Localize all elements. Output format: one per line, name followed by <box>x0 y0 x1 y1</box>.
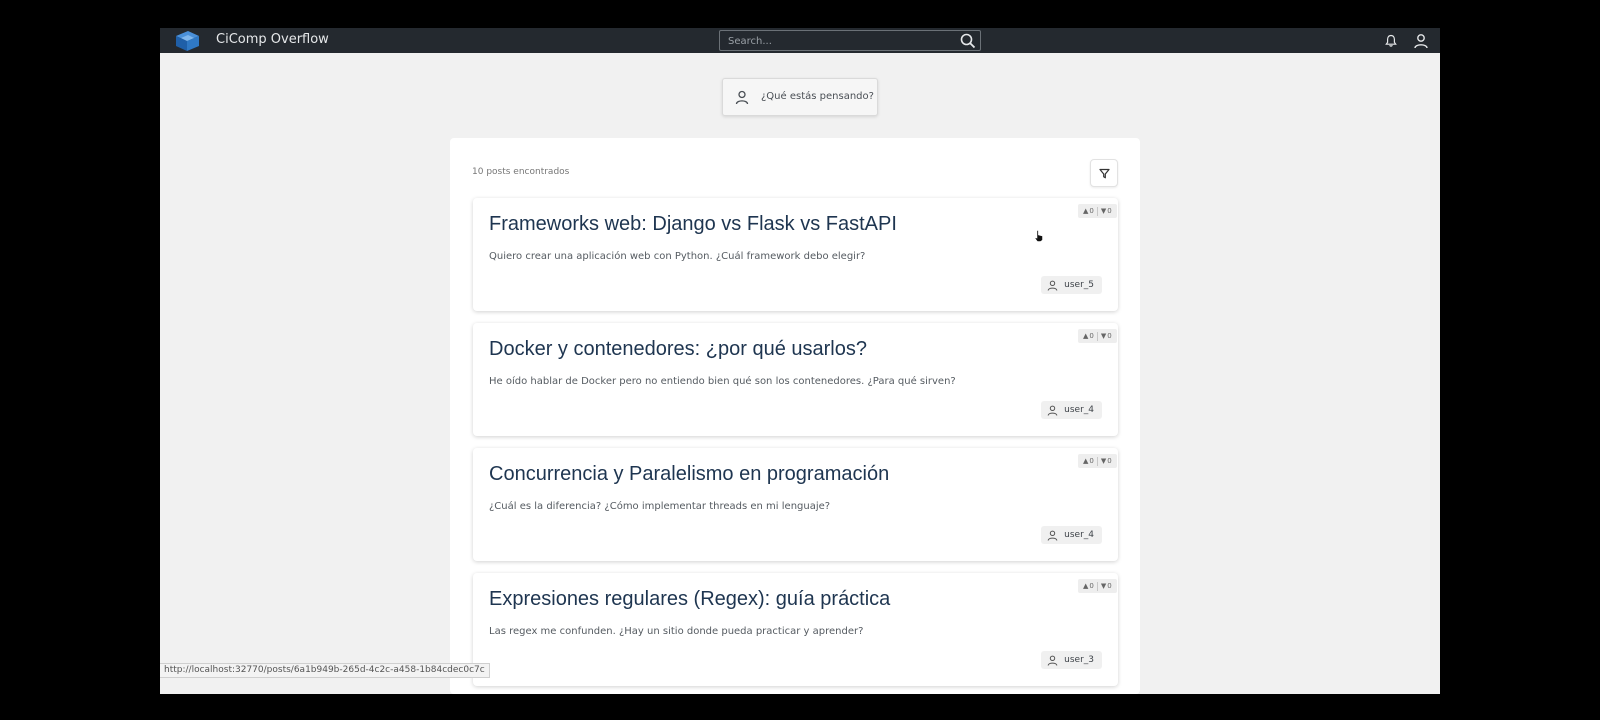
logo-icon[interactable] <box>172 30 202 52</box>
post-author[interactable]: user_5 <box>1041 276 1102 294</box>
search-box <box>719 30 981 51</box>
downvote-icon: ▼ <box>1100 582 1107 590</box>
downvote-icon: ▼ <box>1100 207 1107 215</box>
upvote-count: 0 <box>1089 457 1094 465</box>
new-post-composer[interactable]: ¿Qué estás pensando? <box>722 78 878 116</box>
post-title[interactable]: Frameworks web: Django vs Flask vs FastA… <box>489 213 897 236</box>
downvote-button[interactable]: ▼ 0 <box>1099 582 1114 590</box>
user-icon[interactable] <box>1413 33 1429 49</box>
upvote-button[interactable]: ▲ 0 <box>1081 457 1096 465</box>
upvote-button[interactable]: ▲ 0 <box>1081 207 1096 215</box>
author-name: user_4 <box>1064 405 1094 415</box>
vote-counter: ▲ 0 ▼ 0 <box>1078 204 1117 218</box>
filter-icon <box>1099 168 1110 179</box>
user-icon <box>1047 530 1058 541</box>
post-author[interactable]: user_3 <box>1041 651 1102 669</box>
post-body: Quiero crear una aplicación web con Pyth… <box>489 251 866 262</box>
downvote-button[interactable]: ▼ 0 <box>1099 457 1114 465</box>
post-card[interactable]: ▲ 0 ▼ 0 Docker y contenedores: ¿por qué us… <box>473 323 1118 436</box>
upvote-icon: ▲ <box>1083 207 1089 215</box>
upvote-button[interactable]: ▲ 0 <box>1081 582 1096 590</box>
author-name: user_3 <box>1064 655 1094 665</box>
browser-viewport: CiComp Overflow ¿Qué estás pensando? 10 … <box>160 28 1440 694</box>
vote-divider <box>1096 331 1098 341</box>
post-card[interactable]: ▲ 0 ▼ 0 Concurrencia y Paralelismo en prog… <box>473 448 1118 561</box>
author-name: user_5 <box>1064 280 1094 290</box>
upvote-icon: ▲ <box>1083 457 1089 465</box>
downvote-count: 0 <box>1107 332 1112 340</box>
search-icon[interactable] <box>960 33 976 49</box>
post-body: Las regex me confunden. ¿Hay un sitio do… <box>489 626 864 637</box>
upvote-icon: ▲ <box>1083 332 1089 340</box>
upvote-count: 0 <box>1089 332 1094 340</box>
post-card[interactable]: ▲ 0 ▼ 0 Frameworks web: Django vs Flask vs… <box>473 198 1118 311</box>
user-icon <box>735 90 749 105</box>
vote-divider <box>1096 206 1098 216</box>
vote-counter: ▲ 0 ▼ 0 <box>1078 454 1117 468</box>
author-name: user_4 <box>1064 530 1094 540</box>
link-status-bar: http://localhost:32770/posts/6a1b949b-26… <box>160 663 490 678</box>
post-body: ¿Cuál es la diferencia? ¿Cómo implementa… <box>489 501 831 512</box>
composer-placeholder: ¿Qué estás pensando? <box>761 91 874 102</box>
filter-button[interactable] <box>1090 159 1118 187</box>
posts-count: 10 posts encontrados <box>472 167 570 177</box>
upvote-icon: ▲ <box>1083 582 1089 590</box>
post-title[interactable]: Expresiones regulares (Regex): guía prác… <box>489 588 890 611</box>
vote-counter: ▲ 0 ▼ 0 <box>1078 329 1117 343</box>
downvote-button[interactable]: ▼ 0 <box>1099 207 1114 215</box>
top-navbar: CiComp Overflow <box>160 28 1440 53</box>
downvote-count: 0 <box>1107 457 1112 465</box>
vote-counter: ▲ 0 ▼ 0 <box>1078 579 1117 593</box>
user-icon <box>1047 655 1058 666</box>
search-input[interactable] <box>728 33 948 49</box>
post-title[interactable]: Concurrencia y Paralelismo en programaci… <box>489 463 889 486</box>
post-title[interactable]: Docker y contenedores: ¿por qué usarlos? <box>489 338 867 361</box>
post-author[interactable]: user_4 <box>1041 401 1102 419</box>
user-icon <box>1047 280 1058 291</box>
mouse-cursor-icon <box>1034 230 1043 242</box>
user-icon <box>1047 405 1058 416</box>
upvote-button[interactable]: ▲ 0 <box>1081 332 1096 340</box>
downvote-count: 0 <box>1107 207 1112 215</box>
post-body: He oído hablar de Docker pero no entiend… <box>489 376 956 387</box>
downvote-count: 0 <box>1107 582 1112 590</box>
vote-divider <box>1096 456 1098 466</box>
upvote-count: 0 <box>1089 207 1094 215</box>
upvote-count: 0 <box>1089 582 1094 590</box>
posts-feed: 10 posts encontrados ▲ 0 ▼ 0 Frameworks we… <box>450 138 1140 694</box>
vote-divider <box>1096 581 1098 591</box>
downvote-icon: ▼ <box>1100 457 1107 465</box>
downvote-icon: ▼ <box>1100 332 1107 340</box>
post-card[interactable]: ▲ 0 ▼ 0 Expresiones regulares (Regex): guí… <box>473 573 1118 686</box>
app-title[interactable]: CiComp Overflow <box>216 32 329 47</box>
bell-icon[interactable] <box>1384 34 1398 48</box>
downvote-button[interactable]: ▼ 0 <box>1099 332 1114 340</box>
post-author[interactable]: user_4 <box>1041 526 1102 544</box>
